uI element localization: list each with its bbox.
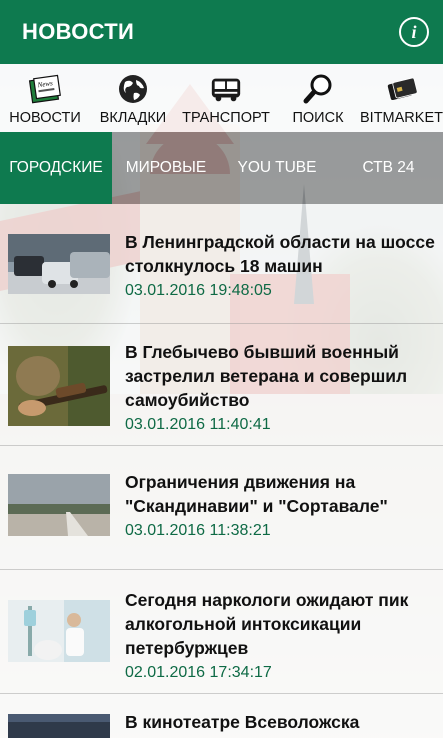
news-thumbnail xyxy=(8,474,110,536)
tab-world[interactable]: МИРОВЫЕ xyxy=(112,132,220,204)
nav-item-transport[interactable]: ТРАНСПОРТ xyxy=(176,64,276,132)
category-tabs: ГОРОДСКИЕ МИРОВЫЕ YOU TUBE СТВ 24 xyxy=(0,132,443,204)
section-nav: News НОВОСТИ ВКЛАДКИ ТРАНСПОРТ ПОИСК BIT… xyxy=(0,64,443,132)
app-title: НОВОСТИ xyxy=(22,19,135,44)
news-date: 03.01.2016 11:38:21 xyxy=(125,522,271,539)
cards-icon xyxy=(385,72,419,106)
nav-item-news[interactable]: News НОВОСТИ xyxy=(0,64,90,132)
news-list: В Ленинградской области на шоссе столкну… xyxy=(0,204,443,738)
magnifier-icon xyxy=(301,72,335,106)
news-icon: News xyxy=(28,72,62,106)
nav-item-label: ТРАНСПОРТ xyxy=(182,110,270,126)
news-item[interactable]: Сегодня наркологи ожидают пик алкогольно… xyxy=(0,570,443,694)
nav-item-label: ПОИСК xyxy=(292,110,344,126)
news-item[interactable]: Ограничения движения на "Скандинавии" и … xyxy=(0,446,443,570)
news-title: В Ленинградской области на шоссе столкну… xyxy=(125,232,435,276)
news-thumbnail xyxy=(8,714,110,738)
news-thumbnail xyxy=(8,600,110,662)
news-title: Ограничения движения на "Скандинавии" и … xyxy=(125,472,388,516)
nav-item-bitmarket[interactable]: BITMARKET xyxy=(360,64,443,132)
tab-city[interactable]: ГОРОДСКИЕ xyxy=(0,132,112,204)
news-item[interactable]: В Ленинградской области на шоссе столкну… xyxy=(0,204,443,324)
nav-item-label: НОВОСТИ xyxy=(9,110,81,126)
app-bar: НОВОСТИ i xyxy=(0,0,443,64)
globe-icon xyxy=(116,72,150,106)
nav-item-label: ВКЛАДКИ xyxy=(99,110,167,126)
news-date: 03.01.2016 11:40:41 xyxy=(125,416,271,433)
news-title: В Глебычево бывший военный застрелил вет… xyxy=(125,342,408,410)
news-date: 03.01.2016 19:48:05 xyxy=(125,282,272,299)
news-title: Сегодня наркологи ожидают пик алкогольно… xyxy=(125,590,409,658)
nav-item-tabs[interactable]: ВКЛАДКИ xyxy=(90,64,176,132)
news-item[interactable]: В Глебычево бывший военный застрелил вет… xyxy=(0,324,443,446)
news-date: 02.01.2016 17:34:17 xyxy=(125,664,272,681)
bus-icon xyxy=(209,72,243,106)
tab-youtube[interactable]: YOU TUBE xyxy=(220,132,334,204)
tab-stv24[interactable]: СТВ 24 xyxy=(334,132,443,204)
nav-item-label: BITMARKET xyxy=(360,110,443,126)
info-icon[interactable]: i xyxy=(399,17,429,47)
news-title: В кинотеатре Всеволожска xyxy=(125,712,360,732)
news-thumbnail xyxy=(8,234,110,294)
news-thumbnail xyxy=(8,346,110,426)
nav-item-search[interactable]: ПОИСК xyxy=(276,64,360,132)
news-item[interactable]: В кинотеатре Всеволожска xyxy=(0,694,443,738)
